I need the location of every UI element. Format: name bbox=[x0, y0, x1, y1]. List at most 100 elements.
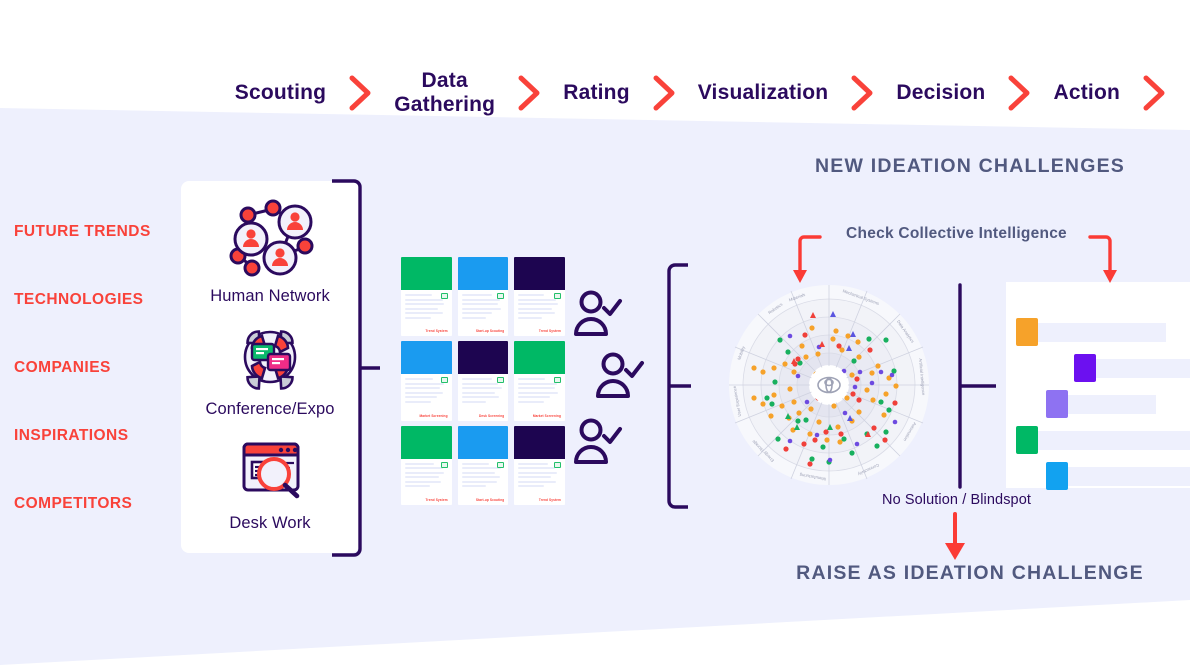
card-body bbox=[458, 290, 509, 329]
no-solution-blindspot-label: No Solution / Blindspot bbox=[882, 492, 1031, 508]
bar-track bbox=[1096, 358, 1190, 378]
sources-bracket bbox=[332, 179, 380, 557]
bar-marker bbox=[1016, 426, 1038, 454]
process-step-visualization[interactable]: Visualization bbox=[684, 81, 843, 105]
new-ideation-challenges-heading: NEW IDEATION CHALLENGES bbox=[815, 155, 1125, 177]
card-footer-label: Market Screening bbox=[419, 413, 448, 418]
chevron-right-icon bbox=[518, 75, 540, 111]
category-future-trends: FUTURE TRENDS bbox=[14, 223, 151, 240]
card-header bbox=[457, 257, 509, 290]
rating-bracket bbox=[667, 263, 691, 509]
arrow-down-icon bbox=[793, 235, 822, 283]
source-label: Conference/Expo bbox=[205, 400, 335, 419]
card-body bbox=[514, 290, 565, 329]
desk-work-icon bbox=[242, 442, 300, 499]
infographic-canvas: Scouting Data Gathering Rating Visualiza… bbox=[0, 0, 1190, 665]
chevron-right-icon bbox=[1143, 75, 1165, 111]
card-chip-icon bbox=[554, 461, 561, 468]
document-card[interactable]: Trend System bbox=[514, 257, 565, 337]
document-card[interactable]: Trend System bbox=[514, 425, 565, 505]
bar-row bbox=[1006, 350, 1190, 386]
chevron-right-icon bbox=[851, 75, 873, 111]
card-footer-label: Trend System bbox=[538, 498, 561, 502]
user-check-icon bbox=[574, 418, 622, 464]
card-header bbox=[514, 425, 565, 459]
category-inspirations: INSPIRATIONS bbox=[14, 427, 129, 444]
source-label: Desk Work bbox=[229, 513, 311, 532]
card-footer-label: Start-up Scouting bbox=[475, 498, 505, 502]
scouting-categories: FUTURE TRENDS TECHNOLOGIES COMPANIES INS… bbox=[14, 222, 189, 562]
process-step-action[interactable]: Action bbox=[1039, 81, 1134, 105]
bar-marker bbox=[1046, 390, 1068, 418]
card-chip-icon bbox=[440, 461, 448, 468]
card-footer-label: Trend System bbox=[425, 498, 448, 502]
bar-track bbox=[1038, 430, 1190, 450]
card-footer-label: Trend System bbox=[425, 329, 448, 334]
category-companies: COMPANIES bbox=[14, 359, 111, 376]
document-card[interactable]: Trend System bbox=[401, 257, 452, 337]
process-step-decision[interactable]: Decision bbox=[882, 81, 999, 105]
card-header bbox=[514, 341, 565, 375]
card-footer-label: Start-up Scouting bbox=[475, 329, 505, 334]
card-chip-icon bbox=[554, 293, 561, 299]
card-header bbox=[514, 257, 565, 290]
bar-marker bbox=[1016, 318, 1038, 346]
company-logo-icon bbox=[810, 366, 848, 404]
bar-track bbox=[1068, 394, 1156, 414]
card-body bbox=[401, 374, 452, 413]
category-technologies: TECHNOLOGIES bbox=[14, 291, 144, 308]
card-header bbox=[401, 257, 452, 290]
process-step-scouting[interactable]: Scouting bbox=[221, 81, 340, 105]
card-header bbox=[401, 425, 452, 459]
chevron-right-icon bbox=[1008, 75, 1030, 111]
document-grid: Trend System Start-up Scouting Trend Sys… bbox=[401, 257, 565, 505]
idea-ranking-chart[interactable] bbox=[1006, 282, 1190, 490]
arrow-down-icon bbox=[1088, 235, 1117, 283]
bar-track bbox=[1068, 466, 1190, 486]
card-body bbox=[514, 374, 565, 413]
conference-expo-icon bbox=[243, 330, 297, 391]
user-check-icon bbox=[574, 290, 622, 336]
card-footer-label: Trend System bbox=[538, 329, 561, 334]
card-chip-icon bbox=[554, 377, 561, 384]
card-header bbox=[457, 341, 509, 375]
user-check-icon bbox=[596, 352, 644, 398]
document-card[interactable]: Start-up Scouting bbox=[457, 425, 509, 505]
card-chip-icon bbox=[440, 293, 448, 299]
card-footer-label: Market Screening bbox=[532, 413, 561, 418]
document-card[interactable]: Desk Screening bbox=[457, 341, 509, 421]
card-body bbox=[514, 459, 565, 498]
technology-radar-chart[interactable]: Materials Mechanical Systems Data Analyt… bbox=[726, 282, 932, 488]
bar-row bbox=[1006, 458, 1190, 494]
process-step-rating[interactable]: Rating bbox=[549, 81, 644, 105]
chevron-right-icon bbox=[653, 75, 675, 111]
card-chip-icon bbox=[497, 293, 505, 299]
source-label: Human Network bbox=[210, 287, 330, 306]
document-card[interactable]: Market Screening bbox=[401, 341, 452, 421]
card-body bbox=[401, 459, 452, 498]
card-chip-icon bbox=[440, 377, 448, 384]
card-footer-label: Desk Screening bbox=[479, 413, 505, 418]
bar-row bbox=[1006, 386, 1190, 422]
document-card[interactable]: Start-up Scouting bbox=[457, 257, 509, 337]
bar-marker bbox=[1074, 354, 1096, 382]
card-body bbox=[458, 459, 509, 498]
card-body bbox=[401, 290, 452, 329]
chevron-right-icon bbox=[349, 75, 371, 111]
category-competitors: COMPETITORS bbox=[14, 495, 133, 512]
arrow-down-icon bbox=[945, 512, 965, 560]
check-collective-intelligence-label: Check Collective Intelligence bbox=[846, 225, 1067, 242]
human-network-icon bbox=[229, 199, 314, 277]
document-card[interactable]: Trend System bbox=[401, 425, 452, 505]
document-card[interactable]: Market Screening bbox=[514, 341, 565, 421]
card-header bbox=[401, 341, 452, 375]
raise-as-ideation-challenge-heading: RAISE AS IDEATION CHALLENGE bbox=[796, 562, 1144, 584]
bar-row bbox=[1006, 422, 1190, 458]
bar-row bbox=[1006, 314, 1190, 350]
card-chip-icon bbox=[497, 377, 505, 384]
bar-track bbox=[1038, 322, 1166, 342]
card-body bbox=[458, 374, 509, 413]
bar-marker bbox=[1046, 462, 1068, 490]
process-step-data-gathering[interactable]: Data Gathering bbox=[380, 69, 509, 116]
card-header bbox=[457, 425, 509, 459]
